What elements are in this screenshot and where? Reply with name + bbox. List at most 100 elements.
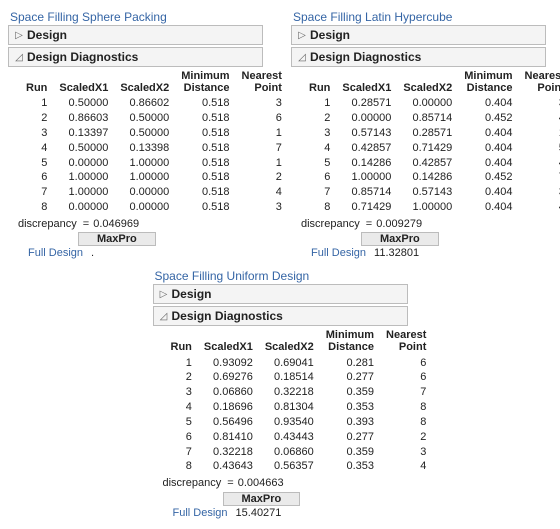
table-cell: 3 (380, 445, 432, 460)
table-cell: 8 (380, 415, 432, 430)
col-near: Nearest Point (380, 328, 432, 355)
table-cell: 0.06860 (198, 385, 259, 400)
fulldesign-value: . (91, 247, 94, 259)
table-cell: 0.69041 (259, 356, 320, 371)
discrepancy-label: discrepancy = (18, 217, 89, 232)
design-panel: Space Filling Latin Hypercube ▷ Design ◿… (291, 10, 546, 259)
table-cell: 8 (20, 200, 53, 215)
table-cell: 0.50000 (53, 96, 114, 111)
table-cell: 1.00000 (53, 185, 114, 200)
table-cell: 0.69276 (198, 370, 259, 385)
table-cell: 0.71429 (397, 141, 458, 156)
table-cell: 1.00000 (397, 200, 458, 215)
table-row: 71.000000.000000.5184 (20, 185, 288, 200)
table-row: 61.000000.142860.4527 (303, 170, 560, 185)
table-cell: 0.28571 (397, 126, 458, 141)
table-cell: 1.00000 (53, 170, 114, 185)
col-near: Nearest Point (519, 69, 560, 96)
table-cell: 0.57143 (336, 126, 397, 141)
table-cell: 4 (165, 400, 198, 415)
table-cell: 7 (165, 445, 198, 460)
maxpro-header[interactable]: MaxPro (361, 232, 439, 246)
table-row: 50.564960.935400.3938 (165, 415, 433, 430)
table-row: 10.500000.866020.5183 (20, 96, 288, 111)
table-cell: 4 (380, 459, 432, 474)
table-cell: 7 (380, 385, 432, 400)
table-row: 80.436430.563570.3534 (165, 459, 433, 474)
table-cell: 1 (519, 126, 560, 141)
table-cell: 0.518 (175, 111, 235, 126)
table-cell: 6 (165, 430, 198, 445)
table-cell: 0.93092 (198, 356, 259, 371)
table-row: 70.322180.068600.3593 (165, 445, 433, 460)
section-design[interactable]: ▷ Design (153, 284, 408, 304)
table-cell: 0.85714 (397, 111, 458, 126)
table-cell: 0.359 (320, 445, 380, 460)
table-cell: 0.86602 (114, 96, 175, 111)
col-sx1: ScaledX1 (53, 69, 114, 96)
table-cell: 0.00000 (114, 200, 175, 215)
table-cell: 5 (303, 156, 336, 171)
table-row: 40.186960.813040.3538 (165, 400, 433, 415)
table-cell: 1 (20, 96, 53, 111)
section-diagnostics[interactable]: ◿ Design Diagnostics (291, 47, 546, 67)
col-run: Run (165, 328, 198, 355)
table-row: 50.142860.428570.4044 (303, 156, 560, 171)
table-cell: 0.00000 (114, 185, 175, 200)
table-cell: 0.518 (175, 96, 235, 111)
fulldesign-value: 11.32801 (374, 247, 419, 259)
table-cell: 1 (303, 96, 336, 111)
table-row: 10.285710.000000.4043 (303, 96, 560, 111)
table-cell: 4 (519, 200, 560, 215)
table-cell: 0.353 (320, 400, 380, 415)
table-row: 30.068600.322180.3597 (165, 385, 433, 400)
table-cell: 0.404 (458, 126, 518, 141)
table-cell: 0.393 (320, 415, 380, 430)
table-row: 61.000001.000000.5182 (20, 170, 288, 185)
table-cell: 0.32218 (259, 385, 320, 400)
table-cell: 0.56496 (198, 415, 259, 430)
table-cell: 3 (519, 96, 560, 111)
table-cell: 5 (165, 415, 198, 430)
table-cell: 8 (303, 200, 336, 215)
section-design[interactable]: ▷ Design (291, 25, 546, 45)
table-cell: 0.50000 (114, 111, 175, 126)
table-cell: 0.93540 (259, 415, 320, 430)
table-row: 10.930920.690410.2816 (165, 356, 433, 371)
table-cell: 5 (519, 141, 560, 156)
table-cell: 4 (519, 156, 560, 171)
col-sx2: ScaledX2 (397, 69, 458, 96)
maxpro-header[interactable]: MaxPro (78, 232, 156, 246)
chevron-right-icon: ▷ (160, 289, 168, 300)
col-run: Run (20, 69, 53, 96)
maxpro-header[interactable]: MaxPro (223, 492, 301, 506)
section-design[interactable]: ▷ Design (8, 25, 263, 45)
chevron-right-icon: ▷ (15, 30, 23, 41)
summary-block: discrepancy = 0.009279 MaxPro Full Desig… (301, 217, 546, 259)
table-cell: 0.18696 (198, 400, 259, 415)
col-sx1: ScaledX1 (198, 328, 259, 355)
design-panel: Space Filling Uniform Design ▷ Design ◿ … (153, 269, 408, 518)
table-cell: 0.353 (320, 459, 380, 474)
table-cell: 2 (380, 430, 432, 445)
table-cell: 0.14286 (336, 156, 397, 171)
table-cell: 3 (236, 96, 288, 111)
table-row: 30.133970.500000.5181 (20, 126, 288, 141)
col-mind: Minimum Distance (458, 69, 518, 96)
table-cell: 2 (303, 111, 336, 126)
section-diagnostics[interactable]: ◿ Design Diagnostics (153, 306, 408, 326)
table-cell: 0.518 (175, 156, 235, 171)
table-cell: 7 (303, 185, 336, 200)
table-row: 20.866030.500000.5186 (20, 111, 288, 126)
col-near: Nearest Point (236, 69, 288, 96)
table-cell: 2 (165, 370, 198, 385)
table-cell: 0.43643 (198, 459, 259, 474)
section-diagnostics[interactable]: ◿ Design Diagnostics (8, 47, 263, 67)
section-diagnostics-label: Design Diagnostics (310, 50, 421, 64)
table-row: 30.571430.285710.4041 (303, 126, 560, 141)
table-cell: 0.452 (458, 170, 518, 185)
table-cell: 1 (165, 356, 198, 371)
section-design-label: Design (27, 28, 67, 42)
section-design-label: Design (172, 287, 212, 301)
panel-title: Space Filling Sphere Packing (10, 10, 263, 24)
